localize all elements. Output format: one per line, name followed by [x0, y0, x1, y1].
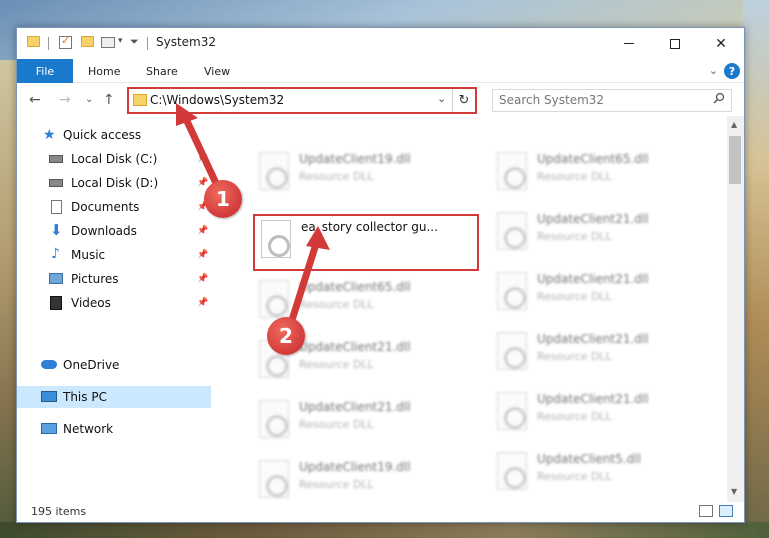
arrow-2-shaft [288, 240, 320, 324]
step-marker-1: 1 [204, 180, 242, 218]
annotation-arrows [176, 103, 330, 324]
arrow-2-head [306, 226, 330, 250]
step-marker-2: 2 [267, 317, 305, 355]
